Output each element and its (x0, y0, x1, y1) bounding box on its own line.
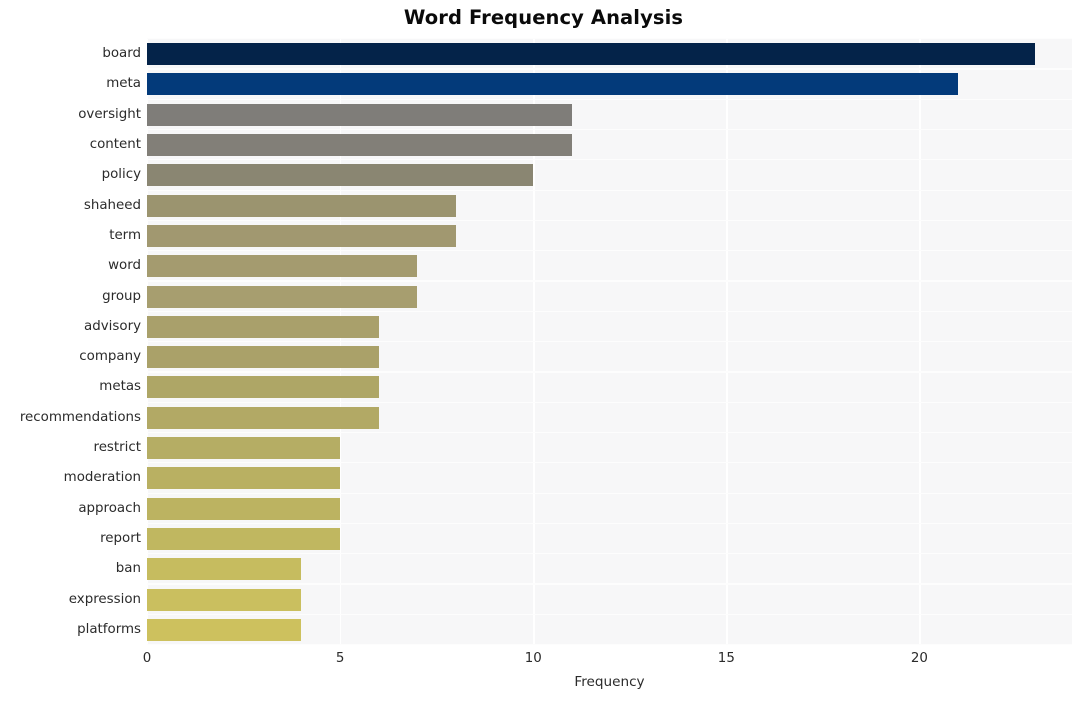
bar (147, 346, 379, 369)
y-axis-label: oversight (78, 106, 141, 122)
y-axis-label: report (100, 530, 141, 546)
gridline-horizontal (147, 38, 1072, 40)
y-axis-label: shaheed (83, 197, 141, 213)
gridline-horizontal (147, 462, 1072, 464)
gridline-horizontal (147, 431, 1072, 434)
gridline-horizontal (147, 401, 1072, 403)
x-axis-tick: 15 (717, 651, 735, 666)
bar (147, 376, 379, 399)
bar (147, 527, 341, 550)
gridline-horizontal (147, 219, 1072, 222)
bar (147, 497, 341, 520)
bar (147, 618, 302, 641)
y-axis-label: metas (99, 379, 141, 395)
y-axis-label: board (102, 46, 141, 62)
y-axis-label: platforms (77, 621, 141, 637)
y-axis-label: expression (68, 591, 141, 607)
bar (147, 164, 534, 187)
y-axis-label: ban (115, 561, 141, 577)
y-axis-label: word (108, 258, 141, 274)
y-axis-label: moderation (63, 470, 141, 486)
chart-title: Word Frequency Analysis (403, 6, 684, 29)
bar (147, 315, 379, 338)
gridline-horizontal (147, 250, 1072, 252)
bar (147, 285, 418, 308)
y-axis-label: content (89, 137, 141, 153)
x-axis-tick: 5 (335, 651, 345, 666)
bar (147, 73, 959, 96)
gridline-horizontal (147, 522, 1072, 525)
gridline-horizontal (147, 583, 1072, 585)
gridline-horizontal (147, 553, 1072, 555)
gridline-horizontal (147, 128, 1072, 131)
x-axis-tick: 0 (142, 651, 152, 666)
x-axis-title: Frequency (574, 674, 645, 690)
y-axis-label: term (109, 227, 141, 243)
x-axis-tick: 20 (910, 651, 928, 666)
y-axis-label: recommendations (19, 409, 141, 425)
y-axis-label: policy (101, 167, 141, 183)
gridline-horizontal (147, 280, 1072, 282)
plot-area (147, 38, 1072, 646)
y-axis-label: advisory (84, 318, 141, 334)
bar (147, 224, 456, 247)
gridline-horizontal (147, 189, 1072, 191)
gridline-horizontal (147, 159, 1072, 161)
bar (147, 588, 302, 611)
y-axis-label: restrict (93, 440, 141, 456)
gridline-horizontal (147, 341, 1072, 343)
bar (147, 134, 572, 157)
x-axis-tick-labels: 0 5 10 15 20 (0, 644, 1087, 674)
x-axis-tick: 10 (524, 651, 542, 666)
gridline-horizontal (147, 613, 1072, 615)
bar (147, 255, 418, 278)
gridline-horizontal (147, 310, 1072, 312)
gridline-horizontal (147, 371, 1072, 373)
y-axis-label: meta (106, 76, 141, 92)
y-axis-label: company (79, 349, 141, 365)
gridline-horizontal (147, 68, 1072, 70)
bar (147, 406, 379, 429)
gridline-horizontal (147, 98, 1072, 100)
bar (147, 194, 456, 217)
bar (147, 467, 341, 490)
word-frequency-chart-figure: Word Frequency Analysis board meta oversig… (0, 0, 1087, 701)
gridline-horizontal (147, 492, 1072, 494)
y-axis-category-labels: board meta oversight content policy shaheed te… (0, 38, 141, 644)
bar (147, 437, 341, 460)
bar (147, 43, 1036, 66)
bar (147, 103, 572, 126)
y-axis-label: approach (78, 500, 141, 516)
y-axis-label: group (102, 288, 141, 304)
bar (147, 558, 302, 581)
